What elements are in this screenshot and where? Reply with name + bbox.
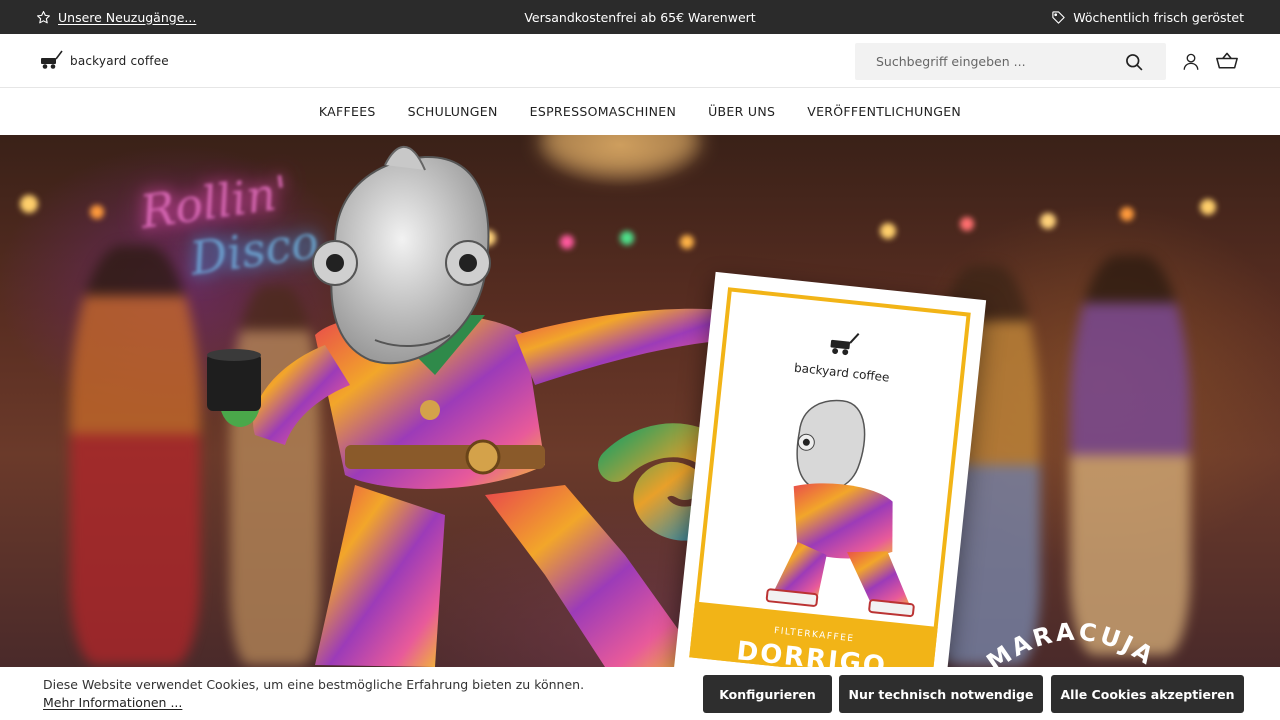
- new-arrivals-link[interactable]: Unsere Neuzugänge...: [58, 10, 196, 25]
- brand-name: backyard coffee: [70, 54, 169, 68]
- bokeh-light: [90, 205, 104, 219]
- bokeh-light: [880, 223, 896, 239]
- site-header: backyard coffee: [0, 34, 1280, 88]
- cookie-message: Diese Website verwendet Cookies, um eine…: [43, 677, 585, 692]
- cookie-accept-all-button[interactable]: Alle Cookies akzeptieren: [1051, 675, 1244, 713]
- cookie-configure-button[interactable]: Konfigurieren: [703, 675, 832, 713]
- hero-banner[interactable]: Rollin' Disco backyard coffee FILTERKAFF…: [0, 135, 1280, 667]
- brand-logo[interactable]: backyard coffee: [40, 48, 169, 74]
- flavor-badge: MARACUJA: [982, 618, 1161, 667]
- nav-item-veroeffentlichungen[interactable]: VERÖFFENTLICHUNGEN: [807, 104, 961, 119]
- bokeh-light: [960, 217, 974, 231]
- star-icon: [36, 10, 51, 25]
- bokeh-light: [1040, 213, 1056, 229]
- cookie-more-info-link[interactable]: Mehr Informationen ...: [43, 695, 182, 710]
- nav-item-espressomaschinen[interactable]: ESPRESSOMASCHINEN: [530, 104, 676, 119]
- announcement-bar: Unsere Neuzugänge... Versandkostenfrei a…: [0, 0, 1280, 34]
- bokeh-light: [1120, 207, 1134, 221]
- cookie-banner: Diese Website verwendet Cookies, um eine…: [0, 667, 1280, 720]
- wagon-icon: [40, 49, 64, 74]
- search-input[interactable]: [876, 54, 1126, 69]
- cookie-necessary-only-button[interactable]: Nur technisch notwendige: [839, 675, 1043, 713]
- tag-icon: [1051, 10, 1066, 25]
- fresh-roast-text: Wöchentlich frisch geröstet: [1073, 9, 1244, 25]
- background-dancer: [1070, 255, 1190, 655]
- nav-item-ueber-uns[interactable]: ÜBER UNS: [708, 104, 775, 119]
- product-package[interactable]: backyard coffee FILTERKAFFEE DORRIGO: [673, 271, 987, 667]
- flavor-badge-text: MARACUJA: [982, 618, 1161, 667]
- background-dancer: [70, 245, 200, 665]
- bokeh-light: [1200, 199, 1216, 215]
- basket-icon[interactable]: [1216, 52, 1238, 74]
- user-icon[interactable]: [1182, 52, 1200, 75]
- nav-item-schulungen[interactable]: SCHULUNGEN: [408, 104, 498, 119]
- package-chameleon-image: [765, 399, 915, 618]
- bokeh-light: [20, 195, 38, 213]
- nav-item-kaffees[interactable]: KAFFEES: [319, 104, 376, 119]
- fresh-roast-notice: Wöchentlich frisch geröstet: [1051, 0, 1244, 34]
- search-icon[interactable]: [1124, 52, 1144, 76]
- search-bar[interactable]: [855, 43, 1166, 80]
- announcement-new-arrivals[interactable]: Unsere Neuzugänge...: [36, 0, 196, 34]
- main-navigation: KAFFEES SCHULUNGEN ESPRESSOMASCHINEN ÜBE…: [0, 88, 1280, 135]
